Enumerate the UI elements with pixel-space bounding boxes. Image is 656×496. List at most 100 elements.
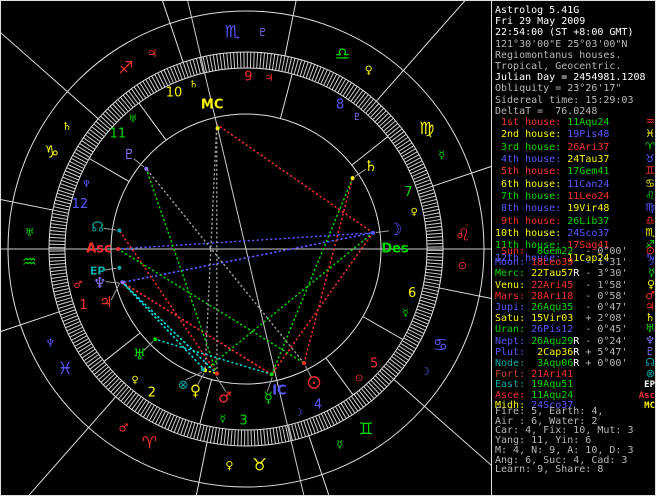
house-number: 9 [244, 70, 252, 85]
degree-tick [404, 334, 420, 344]
degree-tick [69, 329, 85, 338]
degree-tick [65, 321, 81, 329]
degree-tick [134, 398, 145, 412]
degree-tick [323, 412, 332, 427]
planet-row: Moon: 18Leo39 - 1°31' ☽ [495, 255, 655, 269]
degree-tick [49, 263, 66, 266]
zodiac-sign-icon: ♎ [645, 213, 655, 227]
degree-tick [337, 404, 347, 419]
degree-tick [167, 414, 175, 430]
degree-tick [389, 358, 403, 370]
house-number: 12 [72, 197, 89, 212]
house-ruler-icon: ☿ [220, 414, 226, 425]
degree-tick [253, 52, 255, 69]
degree-tick [71, 332, 86, 341]
degree-tick [81, 348, 96, 359]
degree-tick [87, 356, 101, 367]
degree-tick [87, 131, 101, 142]
sign-boundary-line [28, 396, 117, 495]
planet-degree-dot [269, 372, 274, 377]
degree-tick [353, 394, 364, 408]
degree-tick [423, 284, 440, 289]
chart-info-line: Obliquity = 23°26'17" [495, 83, 622, 95]
degree-tick [353, 90, 364, 104]
degree-tick [72, 335, 88, 344]
zodiac-sign-icon: ♐ [118, 58, 133, 78]
sign-boundary-line [439, 287, 492, 300]
jupiter-icon: ♃ [99, 293, 112, 311]
degree-tick [272, 427, 276, 444]
degree-tick [426, 232, 443, 235]
degree-tick [355, 92, 367, 106]
degree-tick [230, 429, 233, 446]
degree-tick [339, 80, 350, 95]
degree-tick [391, 356, 405, 367]
house-ruler-icon: ☽ [294, 407, 303, 418]
astrolog-window: ⊙ ☽ ☿ ♀ ♂ ♃ ♄ ♅ ♆ ♇ ☊ ⊗ EP ♈ ♂ ♉ ♀ ♊ ☿ ♋ ☽ ♌ ⊙ ♍ ☿ ♎ ♀ ♏ ♇ ♐ ♃ ♑ ♄ ♒ ♅ ♓ ♆ 1 ♂… [0, 0, 656, 496]
house-row: 5th house: 17Gem41 ♊ [495, 164, 655, 178]
degree-tick [130, 88, 142, 103]
degree-tick [151, 75, 160, 91]
degree-tick [426, 256, 443, 258]
zodiac-sign-icon: ♏ [225, 22, 240, 42]
degree-tick [74, 337, 89, 347]
degree-tick [421, 202, 438, 207]
house-cusp-line [362, 316, 404, 340]
degree-tick [157, 72, 166, 88]
pluto-icon: ♇ [123, 147, 136, 163]
degree-tick [89, 359, 103, 370]
degree-tick [425, 268, 442, 272]
degree-tick [70, 157, 86, 167]
degree-tick [391, 131, 405, 142]
degree-tick [145, 79, 155, 94]
degree-tick [426, 229, 443, 232]
degree-tick [409, 163, 424, 172]
degree-tick [398, 142, 413, 152]
zodiac-sign-icon: ♍ [645, 201, 655, 215]
zodiac-sign-icon: ♊ [358, 420, 373, 440]
zodiac-sign-icon: ♉ [645, 152, 655, 166]
degree-tick [350, 395, 362, 410]
degree-tick [128, 394, 139, 408]
degree-tick [332, 407, 341, 423]
degree-tick [403, 337, 418, 347]
chart-header-info: Astrolog 5.41G Fri 29 May 2009 22:54:00 (S… [495, 5, 655, 117]
degree-tick [77, 145, 92, 156]
degree-tick [259, 52, 262, 69]
planet-degree-dot [302, 361, 307, 366]
degree-tick [425, 271, 442, 275]
house-ruler-icon: ♅ [128, 114, 137, 125]
degree-tick [79, 346, 94, 356]
degree-tick [423, 212, 440, 217]
degree-tick [401, 148, 416, 158]
degree-tick [49, 236, 66, 239]
degree-tick [421, 293, 437, 299]
degree-tick [423, 208, 440, 214]
degree-tick [133, 86, 144, 101]
planet-degree-dot [117, 228, 122, 233]
degree-tick [411, 320, 427, 328]
planet-pointer [105, 281, 120, 284]
degree-tick [271, 54, 276, 71]
degree-tick [334, 406, 344, 421]
planet-degree-dot [200, 367, 205, 372]
moon-icon: ☽ [387, 220, 402, 240]
chart-info-line: Tropical, Geocentric. [495, 61, 622, 73]
degree-tick [318, 414, 326, 430]
planet-row: Node: 3Aqu06 R + 0°00' ☊ [495, 356, 655, 370]
planet-position-list: Sun: 8Gem22 - 0°00' ⊙ Moon: 18Leo39 - 1°31… [495, 245, 655, 411]
degree-tick [213, 427, 217, 444]
degree-tick [263, 429, 266, 446]
aspect-line [303, 177, 354, 364]
degree-tick [317, 68, 325, 84]
degree-tick [411, 169, 427, 177]
planet-degree-dot [120, 280, 125, 285]
planet-row: Uran: 26Pis12 - 0°45' ♅ [495, 322, 655, 336]
sign-ruler-icon: ♄ [62, 120, 72, 133]
zodiac-sign-icon: ♍ [419, 119, 434, 139]
zodiac-sign-icon: ♋ [433, 335, 448, 355]
zodiac-sign-icon: ♓ [645, 127, 655, 141]
degree-tick [340, 402, 350, 418]
zodiac-sign-icon: ♈ [142, 433, 157, 453]
zodiac-sign-icon: ♒ [22, 253, 37, 273]
